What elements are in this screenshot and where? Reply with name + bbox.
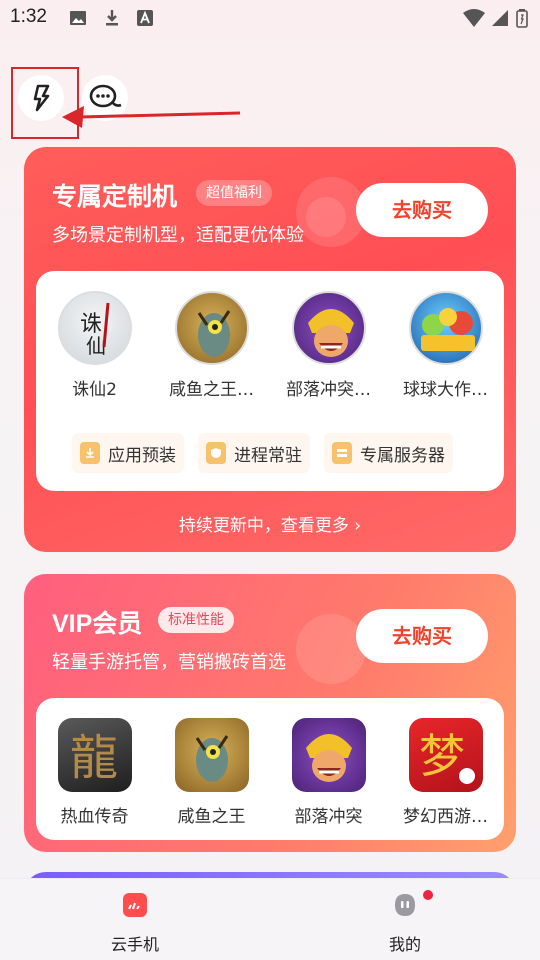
custom-machine-card: 专属定制机 超值福利 多场景定制机型，适配更优体验 去购买 诛仙 诛仙2 咸鱼之… (24, 147, 516, 552)
salted-fish-game-icon (174, 291, 249, 365)
card-subtitle: 多场景定制机型，适配更优体验 (52, 225, 304, 246)
download-icon (106, 10, 118, 26)
game-name: 部落冲突… (286, 380, 371, 400)
clash-of-clans-game-icon (291, 291, 366, 365)
status-time: 1:32 (10, 6, 47, 27)
zhuxian-game-icon: 诛仙 (57, 291, 132, 365)
nav-cloud-phone[interactable]: 云手机 (75, 891, 195, 955)
game-item[interactable]: 部落冲突… (270, 291, 387, 400)
ball-battle-game-icon (408, 291, 483, 365)
app-preinstall-icon (80, 442, 100, 464)
legend-game-icon: 龍 (57, 718, 132, 792)
server-icon (332, 442, 352, 464)
profile-ghost-icon (395, 894, 415, 916)
game-list: 龍 热血传奇 咸鱼之王 部落冲突 梦 梦幻西游… (36, 718, 504, 827)
game-list: 诛仙 诛仙2 咸鱼之王… 部落冲突… 球球大作… (36, 291, 504, 400)
feature-list: 应用预装 进程常驻 专属服务器 (72, 433, 453, 473)
feature-process-resident: 进程常驻 (198, 433, 310, 473)
cloud-phone-icon (123, 893, 147, 917)
game-item[interactable]: 梦 梦幻西游… (387, 718, 504, 827)
game-name: 咸鱼之王… (169, 380, 254, 400)
battery-icon (516, 9, 528, 28)
clash-of-clans-game-icon (291, 718, 366, 792)
wifi-icon (463, 9, 485, 27)
card-title: 专属定制机 (52, 182, 178, 211)
game-name: 诛仙2 (72, 380, 117, 400)
feature-app-preinstall: 应用预装 (72, 433, 184, 473)
fantasy-westward-game-icon: 梦 (408, 718, 483, 792)
game-name: 热血传奇 (60, 807, 129, 827)
salted-fish-game-icon (174, 718, 249, 792)
svg-text:龍: 龍 (70, 730, 118, 786)
game-panel: 龍 热血传奇 咸鱼之王 部落冲突 梦 梦幻西游… (36, 698, 504, 840)
shield-icon (206, 442, 226, 464)
feature-label: 进程常驻 (234, 445, 302, 466)
image-icon (70, 11, 86, 25)
svg-text:梦: 梦 (419, 729, 465, 783)
bottom-nav: 云手机 我的 (0, 878, 540, 960)
a-badge-icon (137, 10, 153, 26)
game-panel: 诛仙 诛仙2 咸鱼之王… 部落冲突… 球球大作… 应用预装 进程常驻 专属服务器 (36, 271, 504, 491)
card-title: VIP会员 (52, 610, 143, 638)
feature-dedicated-server: 专属服务器 (324, 433, 453, 473)
game-name: 梦幻西游… (403, 807, 488, 827)
nav-mine[interactable]: 我的 (345, 891, 465, 955)
vip-card: VIP会员 标准性能 轻量手游托管，营销搬砖首选 去购买 龍 热血传奇 咸鱼之王 (24, 574, 516, 852)
feature-label: 应用预装 (108, 445, 176, 466)
game-item[interactable]: 龍 热血传奇 (36, 718, 153, 827)
game-name: 咸鱼之王 (177, 807, 246, 827)
notification-dot (423, 890, 433, 900)
nav-label: 我的 (388, 935, 421, 954)
game-item[interactable]: 咸鱼之王 (153, 718, 270, 827)
feature-label: 专属服务器 (360, 445, 445, 466)
game-item[interactable]: 咸鱼之王… (153, 291, 270, 400)
game-item[interactable]: 诛仙 诛仙2 (36, 291, 153, 400)
buy-button[interactable]: 去购买 (356, 609, 488, 663)
buy-button[interactable]: 去购买 (356, 183, 488, 237)
view-more-link[interactable]: 持续更新中，查看更多 › (24, 511, 516, 536)
annotation-arrow-icon (62, 106, 241, 128)
game-name: 球球大作… (403, 380, 488, 400)
card-badge: 标准性能 (158, 607, 234, 633)
game-item[interactable]: 球球大作… (387, 291, 504, 400)
status-bar: 1:32 (0, 0, 540, 36)
card-badge: 超值福利 (196, 180, 272, 206)
game-item[interactable]: 部落冲突 (270, 718, 387, 827)
game-name: 部落冲突 (294, 807, 363, 827)
card-subtitle: 轻量手游托管，营销搬砖首选 (52, 652, 286, 673)
nav-label: 云手机 (110, 935, 159, 954)
signal-icon (492, 10, 508, 26)
